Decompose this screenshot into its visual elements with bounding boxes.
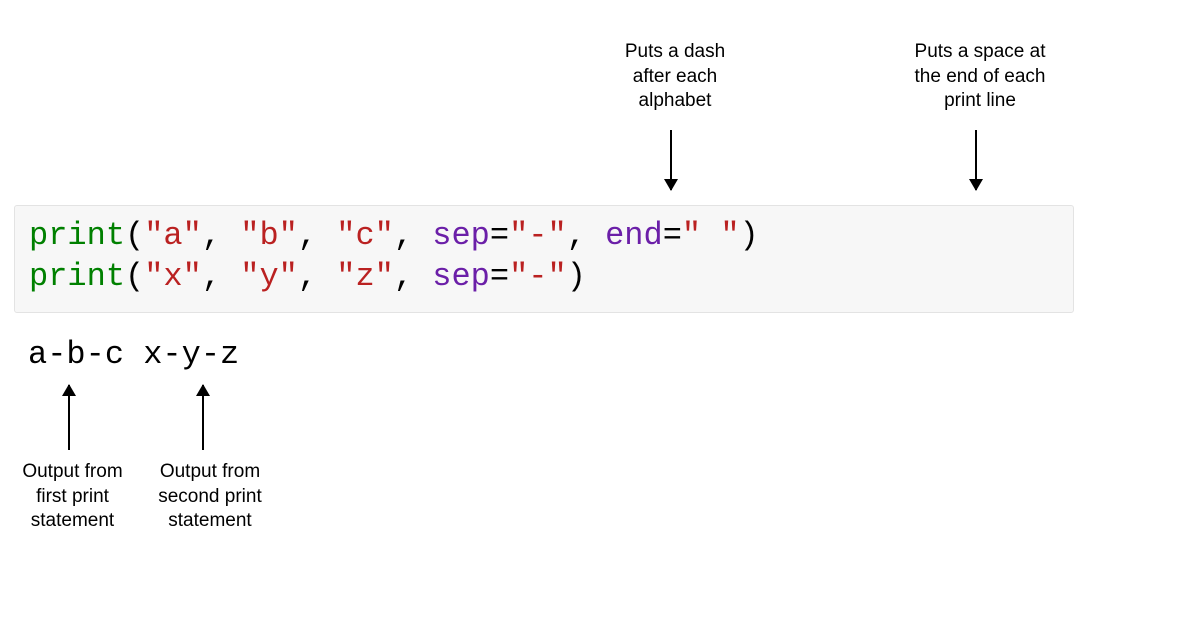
arrow-out1-up [68, 385, 70, 450]
token-comma: , [202, 258, 240, 295]
code-block: print("a", "b", "c", sep="-", end=" ") p… [14, 205, 1074, 313]
token-comma: , [202, 217, 240, 254]
token-string: "c" [336, 217, 394, 254]
token-string: "z" [336, 258, 394, 295]
arrow-sep-down [670, 130, 672, 190]
token-string: "b" [240, 217, 298, 254]
arrow-out2-up [202, 385, 204, 450]
token-comma: , [567, 217, 605, 254]
token-paren-close: ) [567, 258, 586, 295]
token-string: "-" [509, 258, 567, 295]
token-string: "y" [240, 258, 298, 295]
arrow-end-down [975, 130, 977, 190]
token-comma: , [394, 217, 432, 254]
output-text: a-b-c x-y-z [28, 336, 239, 373]
token-string: "x" [144, 258, 202, 295]
annotation-output2: Output fromsecond printstatement [145, 460, 275, 534]
token-eq: = [490, 258, 509, 295]
annotation-end: Puts a space atthe end of eachprint line [885, 40, 1075, 114]
token-func: print [29, 258, 125, 295]
token-string: "-" [509, 217, 567, 254]
token-paren-open: ( [125, 217, 144, 254]
token-eq: = [663, 217, 682, 254]
token-comma: , [298, 258, 336, 295]
annotation-output1: Output fromfirst printstatement [10, 460, 135, 534]
token-string: " " [682, 217, 740, 254]
token-func: print [29, 217, 125, 254]
token-keyword-sep: sep [432, 258, 490, 295]
token-keyword-sep: sep [432, 217, 490, 254]
token-comma: , [298, 217, 336, 254]
token-paren-open: ( [125, 258, 144, 295]
token-eq: = [490, 217, 509, 254]
annotation-sep: Puts a dashafter eachalphabet [590, 40, 760, 114]
token-keyword-end: end [605, 217, 663, 254]
code-line-1: print("a", "b", "c", sep="-", end=" ") [29, 216, 1059, 257]
token-comma: , [394, 258, 432, 295]
token-paren-close: ) [740, 217, 759, 254]
code-line-2: print("x", "y", "z", sep="-") [29, 257, 1059, 298]
token-string: "a" [144, 217, 202, 254]
